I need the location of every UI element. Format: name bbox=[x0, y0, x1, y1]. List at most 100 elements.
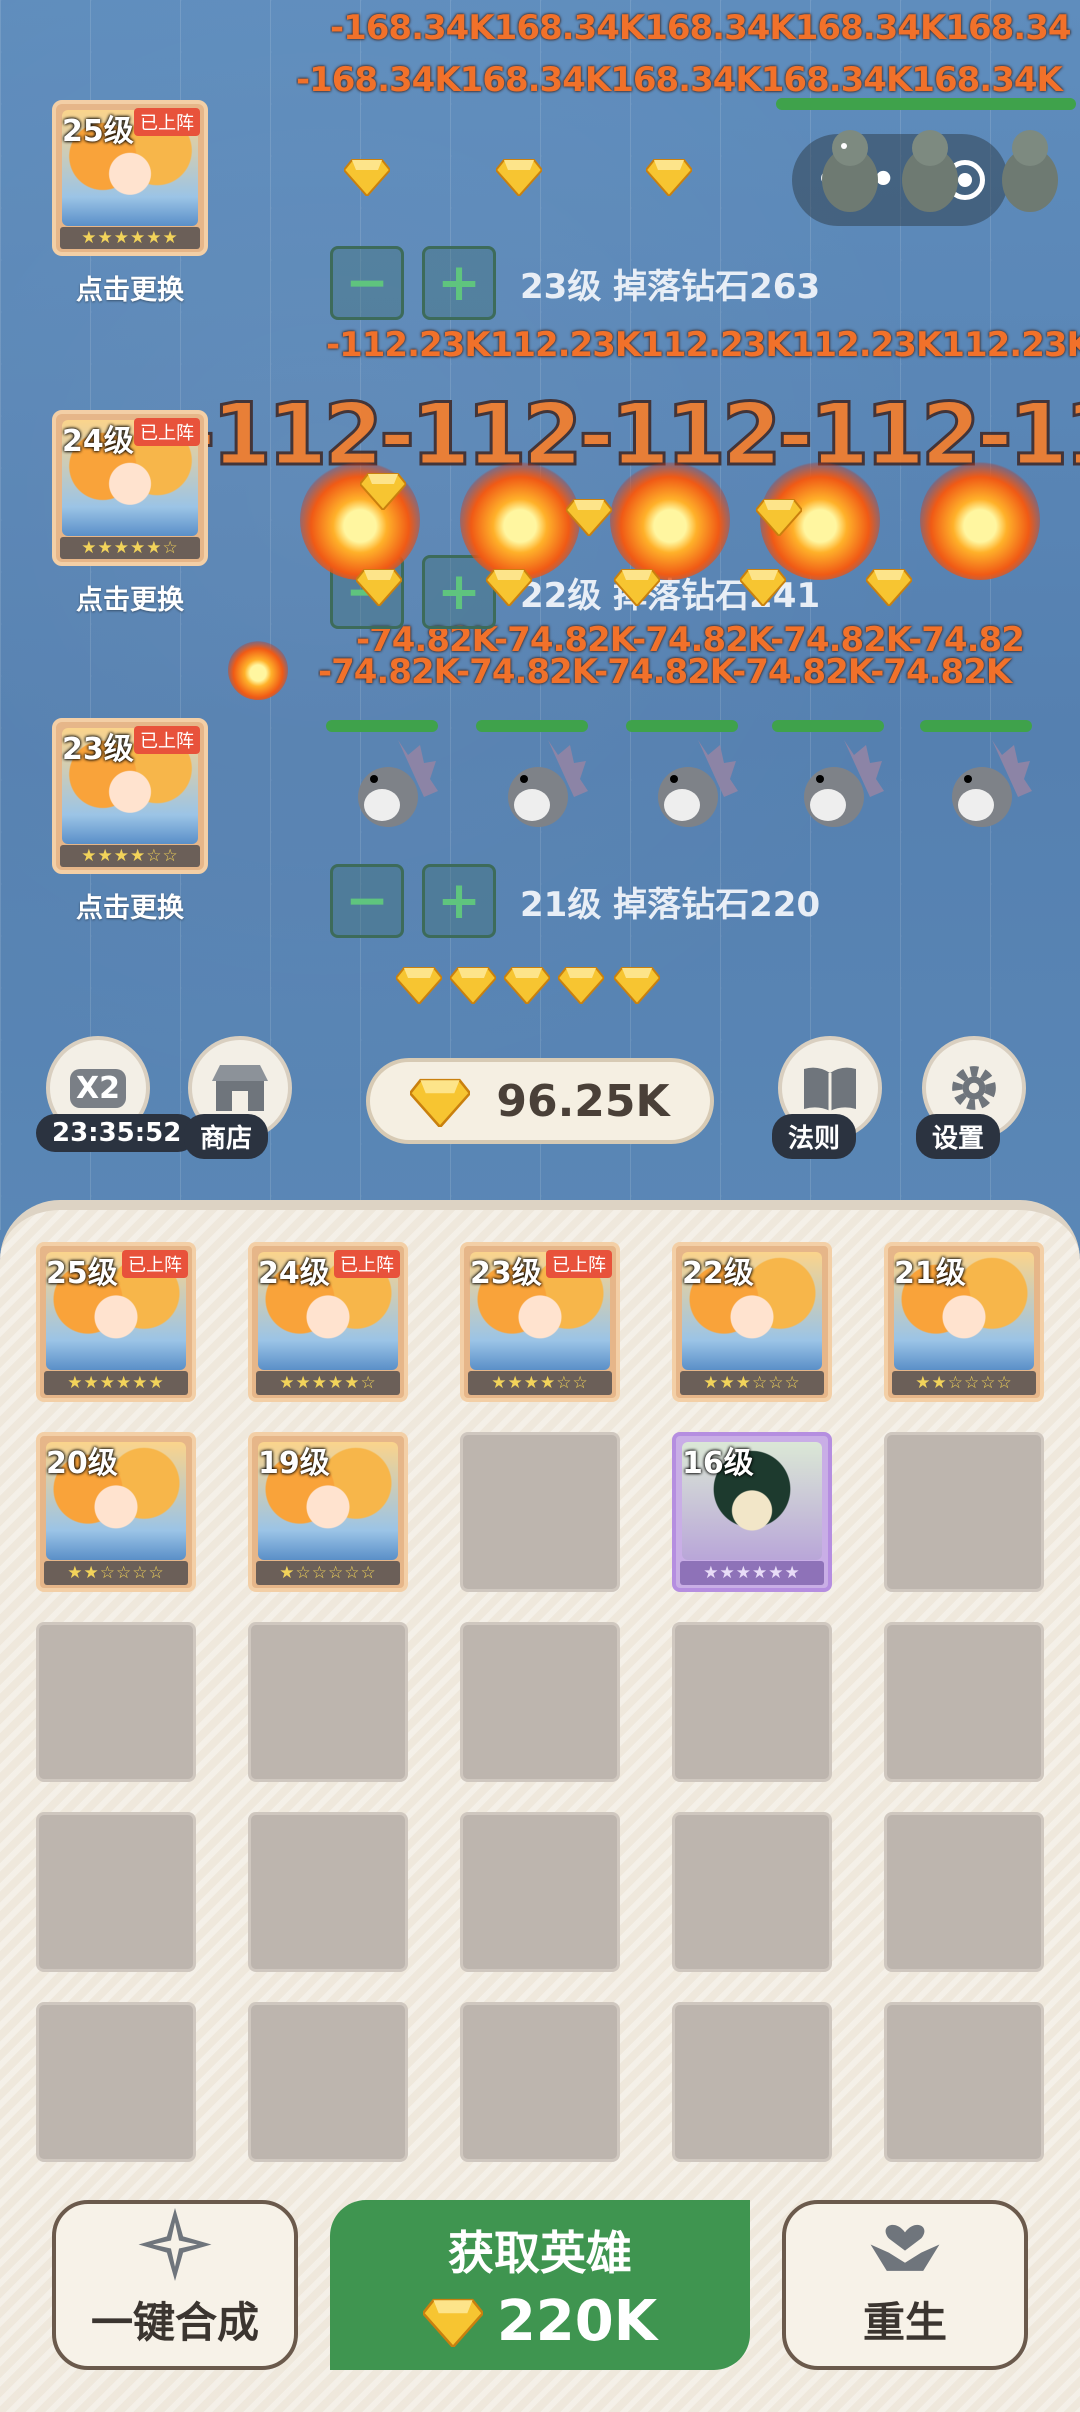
inventory-empty-slot[interactable] bbox=[460, 1432, 620, 1592]
star-rating: ★★★★★★ bbox=[44, 1371, 188, 1395]
diamond-icon bbox=[564, 496, 614, 538]
hero-level: 24级 bbox=[258, 1256, 330, 1291]
enemy-hp-bar bbox=[476, 720, 588, 732]
star-rating: ★★★★★★ bbox=[60, 227, 200, 249]
rebirth-label: 重生 bbox=[862, 2298, 947, 2347]
inventory-empty-slot[interactable] bbox=[884, 2002, 1044, 2162]
hero-card[interactable]: 23级 已上阵 ★★★★☆☆ bbox=[52, 718, 208, 874]
book-icon bbox=[804, 1067, 856, 1111]
inventory-empty-slot[interactable] bbox=[672, 1622, 832, 1782]
auto-merge-button[interactable]: 一键合成 bbox=[52, 2200, 298, 2370]
sparkle-icon bbox=[138, 2208, 212, 2281]
inventory-hero-card[interactable]: 19级 ★☆☆☆☆☆ bbox=[248, 1432, 408, 1592]
hero-level: 23级 bbox=[470, 1256, 542, 1291]
lane-controls: − + 21级 掉落钻石220 bbox=[330, 862, 820, 940]
diamond-icon bbox=[754, 496, 804, 538]
get-hero-cost: 220K bbox=[422, 2289, 657, 2354]
damage-text: -168.34K168.34K168.34K168.34K168.34K bbox=[296, 60, 1063, 100]
enemy-hp-bar bbox=[326, 720, 438, 732]
diamond-icon bbox=[484, 566, 534, 608]
spiky-monster-icon bbox=[932, 735, 1032, 835]
inventory-empty-slot[interactable] bbox=[884, 1622, 1044, 1782]
diamond-icon bbox=[394, 964, 444, 1006]
diamond-icon bbox=[612, 566, 662, 608]
deployed-tag: 已上阵 bbox=[134, 726, 200, 754]
diamond-icon bbox=[556, 964, 606, 1006]
damage-text: -168.34K168.34K168.34K168.34K168.34 bbox=[330, 8, 1072, 48]
swap-hero-label[interactable]: 点击更换 bbox=[52, 268, 208, 307]
deployed-tag: 已上阵 bbox=[122, 1250, 188, 1278]
inventory-hero-card[interactable]: 16级 ★★★★★★ bbox=[672, 1432, 832, 1592]
hero-card[interactable]: 25级 已上阵 ★★★★★★ bbox=[52, 100, 208, 256]
shop-label[interactable]: 商店 bbox=[184, 1114, 269, 1159]
inventory-hero-card[interactable]: 20级 ★★☆☆☆☆ bbox=[36, 1432, 196, 1592]
enemy-hp-bar bbox=[776, 98, 1076, 110]
hero-level: 22级 bbox=[682, 1256, 754, 1291]
dinosaur-monster-icon bbox=[980, 120, 1080, 220]
diamond-icon bbox=[358, 470, 408, 512]
star-rating: ★☆☆☆☆☆ bbox=[256, 1561, 400, 1585]
inventory-hero-card[interactable]: 21级 ★★☆☆☆☆ bbox=[884, 1242, 1044, 1402]
inventory-empty-slot[interactable] bbox=[36, 1622, 196, 1782]
damage-text: -74.82K-74.82K-74.82K-74.82K-74.82K bbox=[318, 652, 1012, 692]
inventory-empty-slot[interactable] bbox=[248, 1812, 408, 1972]
lane-hero-slot[interactable]: 23级 已上阵 ★★★★☆☆ 点击更换 bbox=[52, 718, 208, 925]
spiky-monster-icon bbox=[784, 735, 884, 835]
diamond-icon bbox=[354, 566, 404, 608]
get-hero-button[interactable]: 获取英雄 220K bbox=[330, 2200, 750, 2370]
lane-hero-slot[interactable]: 25级 已上阵 ★★★★★★ 点击更换 bbox=[52, 100, 208, 307]
inventory-empty-slot[interactable] bbox=[36, 2002, 196, 2162]
hero-level: 21级 bbox=[894, 1256, 966, 1291]
enemy-hp-bar bbox=[920, 720, 1032, 732]
inventory-empty-slot[interactable] bbox=[672, 1812, 832, 1972]
star-rating: ★★★★★☆ bbox=[60, 537, 200, 559]
star-rating: ★★★★☆☆ bbox=[468, 1371, 612, 1395]
inventory-hero-card[interactable]: 25级 已上阵 ★★★★★★ bbox=[36, 1242, 196, 1402]
minus-button[interactable]: − bbox=[330, 864, 404, 938]
enemy-hp-bar bbox=[626, 720, 738, 732]
inventory-hero-card[interactable]: 23级 已上阵 ★★★★☆☆ bbox=[460, 1242, 620, 1402]
auto-merge-label: 一键合成 bbox=[90, 2298, 259, 2347]
swap-hero-label[interactable]: 点击更换 bbox=[52, 886, 208, 925]
inventory-empty-slot[interactable] bbox=[460, 1622, 620, 1782]
diamond-icon bbox=[502, 964, 552, 1006]
hero-level: 25级 bbox=[46, 1256, 118, 1291]
battle-field: -168.34K168.34K168.34K168.34K168.34 -168… bbox=[0, 0, 1080, 1230]
enemy-hp-bar bbox=[772, 720, 884, 732]
lane-hero-slot[interactable]: 24级 已上阵 ★★★★★☆ 点击更换 bbox=[52, 410, 208, 617]
minus-button[interactable]: − bbox=[330, 246, 404, 320]
diamond-icon bbox=[494, 156, 544, 198]
diamond-icon bbox=[864, 566, 914, 608]
lane-level-drop: 23级 掉落钻石263 bbox=[520, 266, 821, 307]
hero-level: 24级 bbox=[62, 424, 134, 459]
dinosaur-monster-icon bbox=[880, 120, 980, 220]
inventory-empty-slot[interactable] bbox=[460, 2002, 620, 2162]
inventory-empty-slot[interactable] bbox=[248, 1622, 408, 1782]
inventory-hero-card[interactable]: 22级 ★★★☆☆☆ bbox=[672, 1242, 832, 1402]
rules-label[interactable]: 法则 bbox=[772, 1114, 857, 1159]
fire-explosion bbox=[610, 460, 730, 580]
hero-level: 23级 bbox=[62, 732, 134, 767]
rebirth-button[interactable]: 重生 bbox=[782, 2200, 1028, 2370]
diamond-icon bbox=[644, 156, 694, 198]
hero-card[interactable]: 24级 已上阵 ★★★★★☆ bbox=[52, 410, 208, 566]
hero-level: 20级 bbox=[46, 1446, 118, 1481]
inventory-empty-slot[interactable] bbox=[460, 1812, 620, 1972]
plus-button[interactable]: + bbox=[422, 246, 496, 320]
deployed-tag: 已上阵 bbox=[134, 108, 200, 136]
inventory-empty-slot[interactable] bbox=[248, 2002, 408, 2162]
inventory-hero-card[interactable]: 24级 已上阵 ★★★★★☆ bbox=[248, 1242, 408, 1402]
swap-hero-label[interactable]: 点击更换 bbox=[52, 578, 208, 617]
diamond-icon bbox=[448, 964, 498, 1006]
inventory-empty-slot[interactable] bbox=[36, 1812, 196, 1972]
star-rating: ★★★☆☆☆ bbox=[680, 1371, 824, 1395]
inventory-empty-slot[interactable] bbox=[884, 1812, 1044, 1972]
settings-label[interactable]: 设置 bbox=[915, 1114, 1001, 1159]
fireball bbox=[228, 640, 288, 700]
star-rating: ★★☆☆☆☆ bbox=[892, 1371, 1036, 1395]
diamond-balance: 96.25K bbox=[366, 1058, 714, 1144]
inventory-empty-slot[interactable] bbox=[672, 2002, 832, 2162]
spiky-monster-icon bbox=[338, 735, 438, 835]
plus-button[interactable]: + bbox=[422, 864, 496, 938]
inventory-empty-slot[interactable] bbox=[884, 1432, 1044, 1592]
